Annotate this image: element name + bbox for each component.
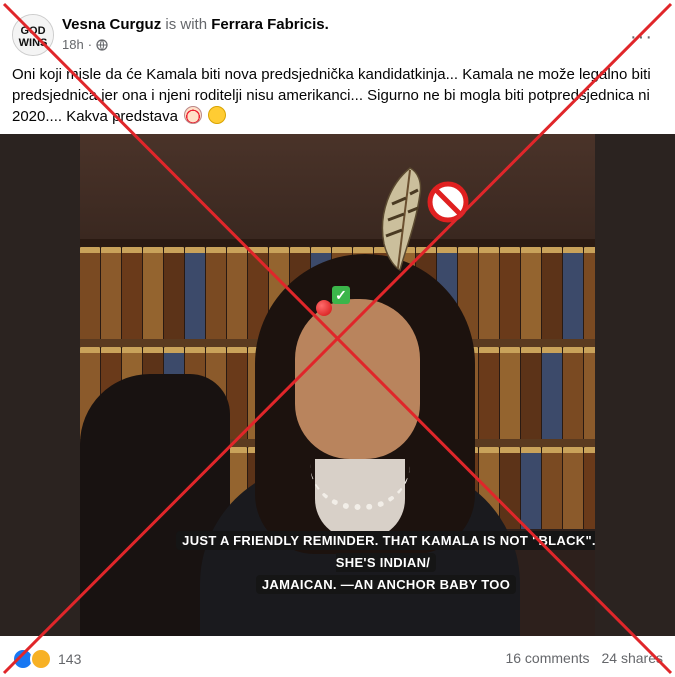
meta-separator: · xyxy=(87,37,93,52)
prohibited-icon xyxy=(427,181,469,223)
shelf-book xyxy=(563,447,583,541)
avatar-logo: GOD WINS xyxy=(13,15,53,55)
post-body-text: Oni koji misle da će Kamala biti nova pr… xyxy=(12,66,651,125)
author-line: Vesna Curguz is with Ferrara Fabricis. xyxy=(62,16,329,33)
shelf-book xyxy=(563,247,583,341)
shelf-book xyxy=(185,247,205,341)
shelf-book xyxy=(227,347,247,441)
shelf-book xyxy=(584,447,595,541)
author-name[interactable]: Vesna Curguz xyxy=(62,16,161,33)
check-mark-icon: ✓ xyxy=(332,286,350,304)
shelf-book xyxy=(563,347,583,441)
post-header: GOD WINS Vesna Curguz is with Ferrara Fa… xyxy=(12,12,663,56)
comments-link[interactable]: 16 comments xyxy=(505,650,589,666)
shelf-book xyxy=(227,247,247,341)
shelf-book xyxy=(521,247,541,341)
shelf-book xyxy=(206,247,226,341)
svg-text:GOD: GOD xyxy=(20,25,45,37)
shelf-book xyxy=(101,247,121,341)
post-time[interactable]: 18h xyxy=(62,37,84,52)
caption-line-2: JAMAICAN. —AN ANCHOR BABY TOO xyxy=(255,575,517,594)
person-face xyxy=(295,299,420,459)
avatar[interactable]: GOD WINS xyxy=(12,14,54,56)
shelf-book xyxy=(500,347,520,441)
engagement-stats: 16 comments 24 shares xyxy=(505,650,663,666)
facebook-post: GOD WINS Vesna Curguz is with Ferrara Fa… xyxy=(0,0,675,677)
shelf-book xyxy=(164,247,184,341)
image-caption: JUST A FRIENDLY REMINDER. THAT KAMALA IS… xyxy=(176,530,595,596)
shelf-book xyxy=(479,247,499,341)
post-media[interactable]: ✓ JUST A FRIENDLY REMINDER. THAT KAMALA … xyxy=(0,134,675,636)
globe-icon xyxy=(96,38,108,51)
shelf-book xyxy=(542,247,562,341)
red-dot-sticker xyxy=(316,300,332,316)
photo-wall xyxy=(80,134,595,239)
shelf-book xyxy=(122,247,142,341)
clown-emoji-icon xyxy=(184,106,203,124)
more-options-icon[interactable]: ··· xyxy=(630,26,653,49)
haha-reaction-icon xyxy=(30,648,52,670)
tagged-page[interactable]: Ferrara Fabricis. xyxy=(211,16,329,33)
shelf-book xyxy=(479,347,499,441)
laughing-emoji-icon xyxy=(208,106,227,124)
shelf-book xyxy=(521,347,541,441)
reactions-summary[interactable]: 143 xyxy=(12,648,81,670)
reaction-count: 143 xyxy=(58,651,82,667)
caption-line-1: JUST A FRIENDLY REMINDER. THAT KAMALA IS… xyxy=(176,531,595,572)
shelf-book xyxy=(143,247,163,341)
shelf-book xyxy=(584,347,595,441)
shelf-book xyxy=(584,247,595,341)
shelf-book xyxy=(542,447,562,541)
shelf-book xyxy=(542,347,562,441)
photo: ✓ JUST A FRIENDLY REMINDER. THAT KAMALA … xyxy=(80,134,595,636)
shelf-book xyxy=(500,247,520,341)
post-body: Oni koji misle da će Kamala biti nova pr… xyxy=(12,64,662,127)
with-label: is with xyxy=(165,16,208,33)
shelf-book xyxy=(80,247,100,341)
post-meta: 18h · xyxy=(62,37,108,52)
post-footer: 143 16 comments 24 shares xyxy=(12,644,663,672)
shelf-book xyxy=(521,447,541,541)
svg-text:WINS: WINS xyxy=(19,37,48,49)
feather-icon xyxy=(381,167,422,272)
shares-link[interactable]: 24 shares xyxy=(602,650,663,666)
